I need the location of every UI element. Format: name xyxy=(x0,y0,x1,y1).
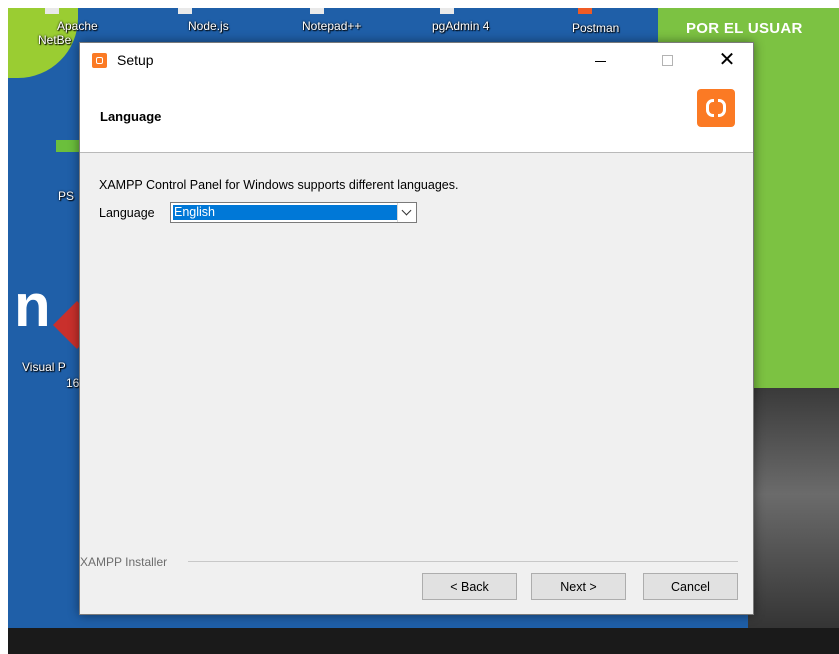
apache-netbeans-icon[interactable] xyxy=(45,8,59,14)
wallpaper-dark-band xyxy=(8,628,839,654)
desktop-icon-label-apache[interactable]: Apache xyxy=(57,19,98,33)
setup-window: Setup ✕ Language XAMPP Control Panel for… xyxy=(79,42,754,615)
footer-divider xyxy=(188,561,738,562)
wizard-footer: XAMPP Installer < Back Next > Cancel xyxy=(80,555,753,614)
desktop-icon-label-visual-p[interactable]: Visual P xyxy=(22,360,66,374)
postman-icon[interactable] xyxy=(578,8,592,14)
notepadpp-icon[interactable] xyxy=(310,8,324,14)
next-button[interactable]: Next > xyxy=(531,573,626,600)
language-selected-value[interactable]: English xyxy=(173,205,397,220)
xampp-app-icon xyxy=(92,53,107,68)
wizard-content: XAMPP Control Panel for Windows supports… xyxy=(80,153,753,553)
wallpaper-slogan: POR EL USUAR xyxy=(686,20,803,37)
close-icon: ✕ xyxy=(718,49,736,71)
nodejs-icon[interactable] xyxy=(178,8,192,14)
xampp-logo-icon xyxy=(697,89,735,127)
installer-label: XAMPP Installer xyxy=(80,555,174,569)
desktop-icon-label-pgadmin[interactable]: pgAdmin 4 xyxy=(432,19,489,33)
back-button[interactable]: < Back xyxy=(422,573,517,600)
language-label: Language xyxy=(99,206,155,220)
window-title: Setup xyxy=(117,52,154,68)
wallpaper-letter: n xyxy=(14,272,51,339)
chevron-down-icon[interactable] xyxy=(397,203,416,222)
description-text: XAMPP Control Panel for Windows supports… xyxy=(99,178,459,192)
wizard-header: Language xyxy=(80,78,753,153)
page-title: Language xyxy=(100,109,162,124)
close-button[interactable]: ✕ xyxy=(704,43,750,78)
minimize-button[interactable] xyxy=(577,43,623,78)
pgadmin-icon[interactable] xyxy=(440,8,454,14)
maximize-button xyxy=(644,43,690,78)
title-bar[interactable]: Setup ✕ xyxy=(80,43,753,78)
wallpaper-photo xyxy=(748,388,839,654)
desktop-icon-label-nodejs[interactable]: Node.js xyxy=(188,19,229,33)
desktop-icon-label-notepadpp[interactable]: Notepad++ xyxy=(302,19,361,33)
cancel-button[interactable]: Cancel xyxy=(643,573,738,600)
desktop-icon-label-netbeans[interactable]: NetBe xyxy=(38,33,71,47)
desktop-icon-label-16[interactable]: 16 xyxy=(66,376,79,390)
language-dropdown[interactable]: English xyxy=(170,202,417,223)
desktop-icon-label-postman[interactable]: Postman xyxy=(572,21,619,35)
desktop-icon-label-ps[interactable]: PS xyxy=(58,189,74,203)
